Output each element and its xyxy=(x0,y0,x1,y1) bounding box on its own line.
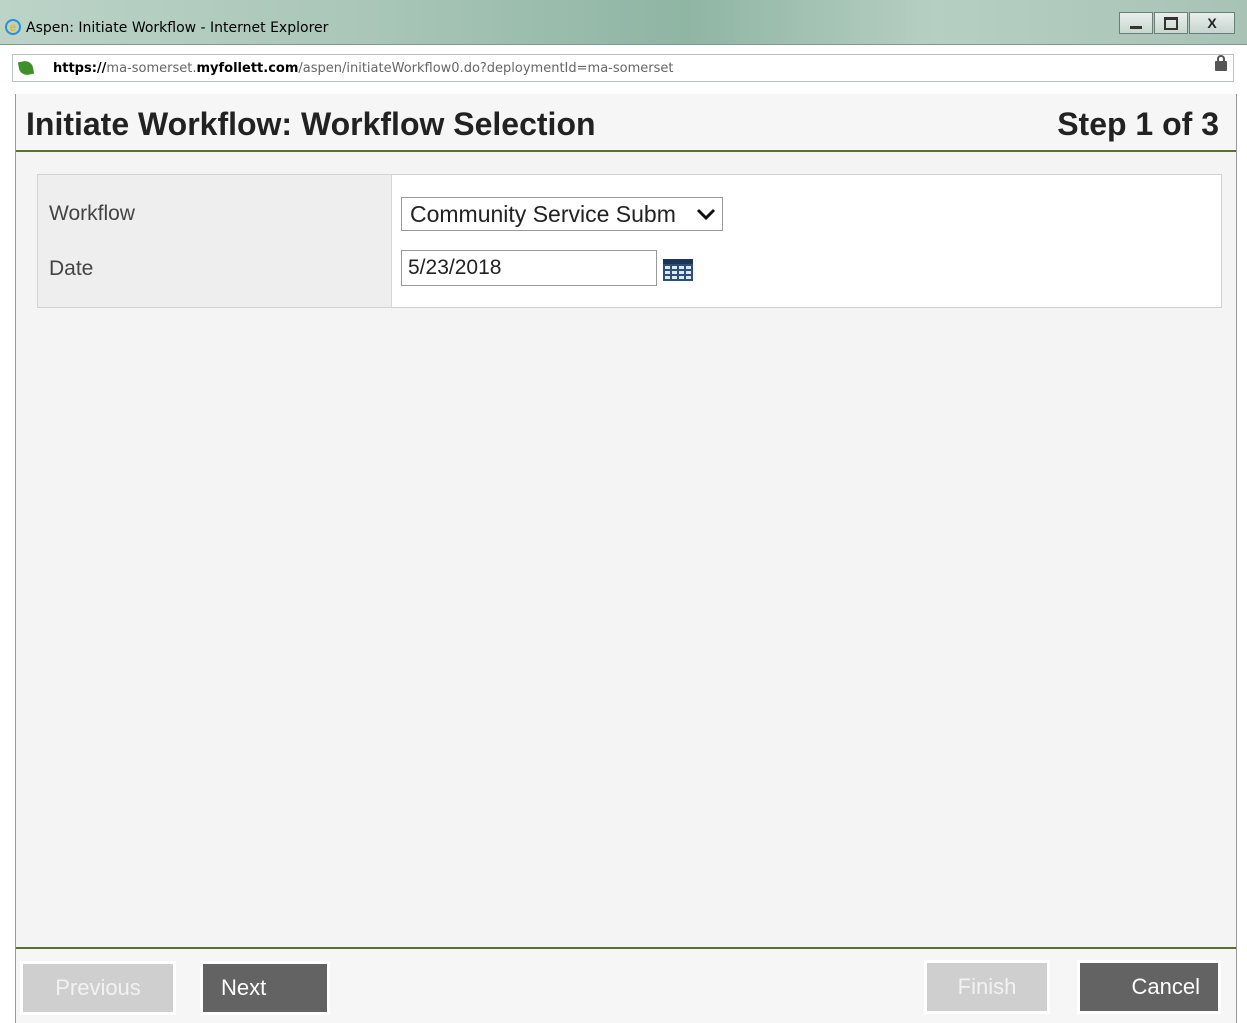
dialog-title: Initiate Workflow: Workflow Selection xyxy=(26,106,596,142)
label-column: Workflow Date xyxy=(38,175,392,307)
maximize-icon xyxy=(1164,16,1178,30)
internet-explorer-icon: e xyxy=(5,19,21,35)
window-controls: X xyxy=(1118,12,1235,34)
close-icon: X xyxy=(1207,15,1217,31)
previous-button[interactable]: Previous xyxy=(20,961,176,1015)
field-column: Community Service Subm 5/23/2018 xyxy=(392,175,1221,307)
close-window-button[interactable]: X xyxy=(1189,12,1235,34)
minimize-icon xyxy=(1130,25,1142,29)
chevron-down-icon[interactable] xyxy=(694,200,718,228)
workflow-select[interactable]: Community Service Subm xyxy=(401,197,723,231)
url-pre-host: ma-somerset. xyxy=(106,61,197,76)
workflow-dialog: Initiate Workflow: Workflow Selection St… xyxy=(15,94,1237,1023)
cancel-button[interactable]: Cancel xyxy=(1077,960,1221,1014)
url-path: /aspen/initiateWorkflow0.do?deploymentId… xyxy=(298,61,674,76)
site-leaf-icon xyxy=(17,59,35,77)
url-protocol: https:// xyxy=(53,61,107,76)
lock-icon[interactable] xyxy=(1215,55,1227,71)
window-title: Aspen: Initiate Workflow - Internet Expl… xyxy=(26,20,329,36)
step-indicator: Step 1 of 3 xyxy=(1057,106,1219,142)
url-host: myfollett.com xyxy=(196,61,299,76)
url-text[interactable]: https://ma-somerset.myfollett.com/aspen/… xyxy=(53,61,673,76)
dialog-footer: Previous Next Finish Cancel xyxy=(16,947,1236,1023)
date-label: Date xyxy=(49,257,94,280)
calendar-icon[interactable] xyxy=(662,258,694,282)
maximize-button[interactable] xyxy=(1154,12,1188,34)
workflow-form: Workflow Date Community Service Subm 5/2… xyxy=(37,174,1222,308)
date-field[interactable]: 5/23/2018 xyxy=(401,250,657,286)
finish-button[interactable]: Finish xyxy=(924,960,1050,1014)
workflow-label: Workflow xyxy=(49,202,135,225)
minimize-button[interactable] xyxy=(1119,12,1153,34)
workflow-select-value: Community Service Subm xyxy=(410,201,676,227)
window-title-bar: e Aspen: Initiate Workflow - Internet Ex… xyxy=(0,0,1247,45)
next-button[interactable]: Next xyxy=(200,961,330,1015)
address-bar[interactable]: https://ma-somerset.myfollett.com/aspen/… xyxy=(12,54,1234,82)
dialog-header: Initiate Workflow: Workflow Selection St… xyxy=(16,94,1236,152)
